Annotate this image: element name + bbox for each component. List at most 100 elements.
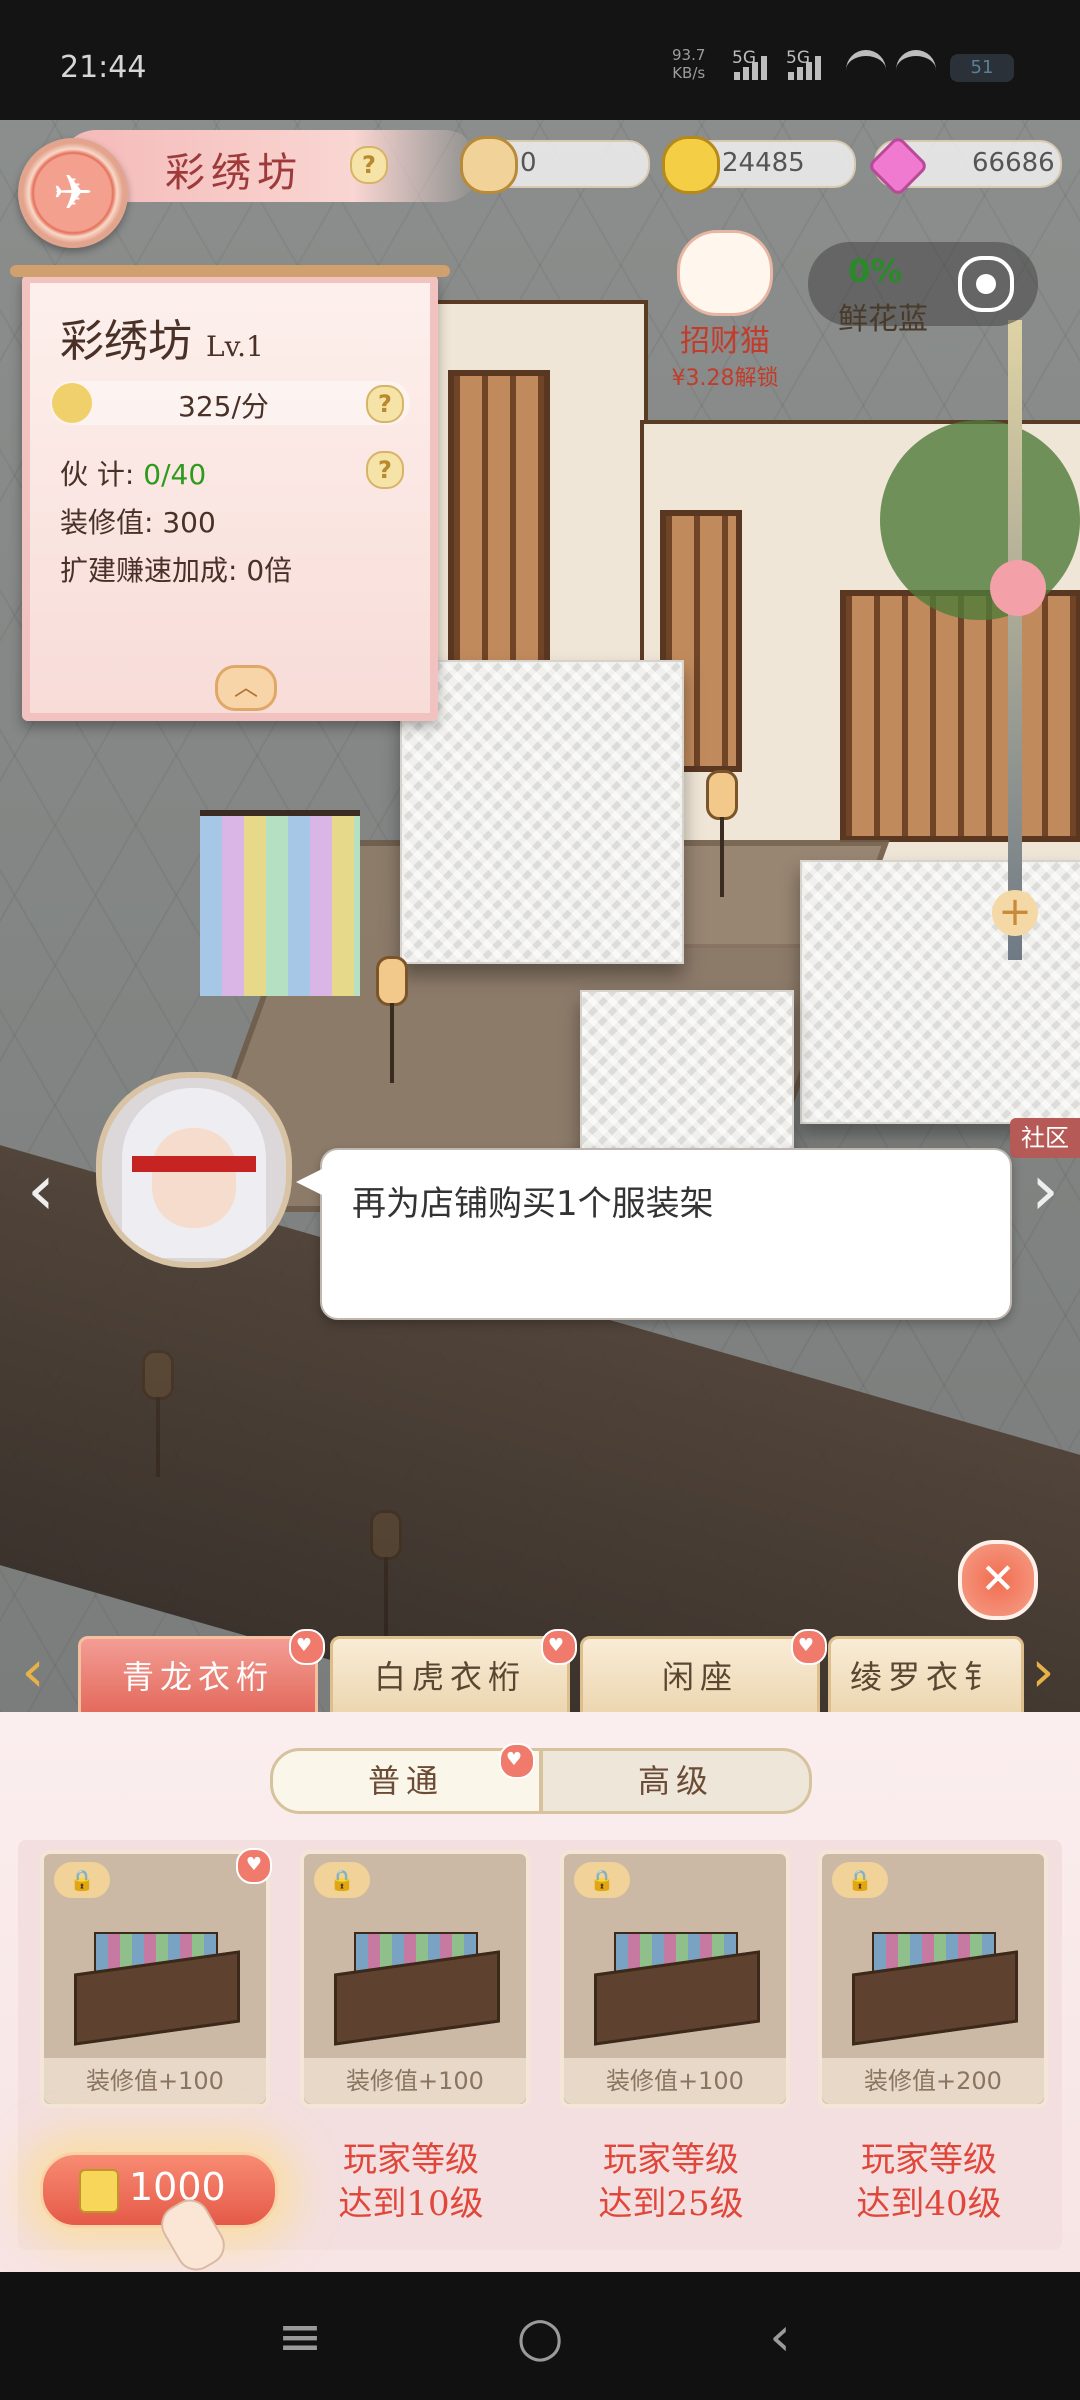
- close-orb-button[interactable]: ✕: [958, 1540, 1038, 1620]
- status-bar: 21:44 93.7 KB/s 5G 5G 51: [0, 0, 1080, 120]
- lock-icon: 🔒: [574, 1862, 630, 1898]
- resource-diamond[interactable]: 66686: [866, 134, 1062, 198]
- shelf-image: [852, 1932, 1018, 2046]
- scroll-rod: [10, 265, 450, 277]
- level-requirement: 玩家等级 达到10级: [338, 2140, 484, 2224]
- income-help-icon[interactable]: ?: [366, 385, 404, 423]
- floor-lamp: [706, 770, 738, 897]
- signal-icon: [788, 56, 824, 82]
- lucky-cat-name: 招财猫: [680, 324, 770, 359]
- resource-scroll[interactable]: 0: [460, 136, 650, 194]
- coin-icon: [79, 2169, 119, 2213]
- flower-basket-panel[interactable]: 0% 鲜花蓝: [808, 242, 1038, 337]
- notification-badge-icon: ♥: [791, 1629, 827, 1665]
- notification-badge-icon: ♥: [236, 1848, 272, 1884]
- shelf-image: [594, 1932, 760, 2046]
- staff-help-icon[interactable]: ?: [366, 451, 404, 489]
- page-title: 彩绣坊: [165, 150, 303, 196]
- decoration-bonus: 装修值+100: [564, 2058, 786, 2104]
- lucky-cat-price: ¥3.28解锁: [671, 366, 779, 391]
- category-tabs: ‹ 青龙衣桁 ♥ 白虎衣桁 ♥ 闲座 ♥ 绫罗衣钅 ›: [0, 1626, 1080, 1716]
- diamond-icon: [866, 134, 930, 198]
- home-icon[interactable]: ○: [490, 2302, 590, 2372]
- shop-level: Lv.1: [206, 330, 264, 363]
- display-table[interactable]: [800, 860, 1080, 1124]
- back-icon[interactable]: ‹: [730, 2302, 830, 2372]
- prev-arrow-icon[interactable]: ‹: [6, 1130, 76, 1260]
- wifi-icon: [896, 50, 936, 86]
- tab-xianzuo[interactable]: 闲座 ♥: [580, 1629, 827, 1716]
- notification-badge-icon: ♥: [289, 1629, 325, 1665]
- cross-icon: ✕: [980, 1554, 1016, 1603]
- expand-row: 扩建赚速加成: 0倍: [60, 554, 293, 587]
- system-nav-bar: ≡ ○ ‹: [0, 2272, 1080, 2400]
- tier-advanced[interactable]: 高级: [540, 1748, 812, 1814]
- wifi-icon: [846, 50, 886, 86]
- progress-pole: [1008, 320, 1022, 960]
- shop-name: 彩绣坊 Lv.1: [60, 316, 264, 367]
- flower-progress: 0%: [848, 252, 903, 290]
- back-button[interactable]: ✈: [18, 138, 128, 248]
- notification-badge-icon: ♥: [541, 1629, 577, 1665]
- clothes-rack[interactable]: [200, 810, 360, 996]
- tier-switch: 普通 ♥ 高级: [270, 1743, 812, 1814]
- staff-count: 0/40: [143, 458, 207, 491]
- help-icon[interactable]: ?: [350, 146, 388, 184]
- net-speed: 93.7 KB/s: [672, 46, 706, 82]
- item-card[interactable]: 🔒 装修值+100: [560, 1850, 790, 2108]
- flower-basket-name: 鲜花蓝: [838, 302, 928, 337]
- item-card[interactable]: 🔒 装修值+100: [300, 1850, 530, 2108]
- dialog-text: 再为店铺购买1个服装架: [352, 1184, 714, 1224]
- item-card[interactable]: 🔒 ♥ 装修值+100: [40, 1848, 272, 2108]
- decoration-value: 300: [162, 506, 216, 539]
- coin-stack-icon: [52, 383, 92, 423]
- npc-avatar: [96, 1072, 292, 1268]
- decoration-row: 装修值: 300: [60, 506, 216, 539]
- income-row: 325/分 ?: [50, 381, 410, 425]
- floor-lamp: [376, 956, 408, 1083]
- level-requirement: 玩家等级 达到25级: [598, 2140, 744, 2224]
- next-arrow-icon[interactable]: ›: [1010, 1130, 1080, 1260]
- tab-baihu[interactable]: 白虎衣桁 ♥: [330, 1629, 577, 1716]
- tabs-right-arrow-icon[interactable]: ›: [1018, 1634, 1068, 1710]
- tier-normal[interactable]: 普通 ♥: [270, 1743, 542, 1814]
- item-grid: 🔒 ♥ 装修值+100 1000 🔒 装修值+100 玩家等级 达到10级 🔒 …: [18, 1840, 1062, 2278]
- collapse-button[interactable]: ︿: [215, 665, 277, 711]
- decoration-bonus: 装修值+200: [822, 2058, 1044, 2104]
- display-table[interactable]: [400, 660, 684, 964]
- lucky-cat-offer[interactable]: 招财猫 ¥3.28解锁: [660, 230, 790, 392]
- menu-icon[interactable]: ≡: [250, 2302, 350, 2372]
- buy-button[interactable]: 1000: [40, 2152, 278, 2228]
- decoration-bonus: 装修值+100: [304, 2058, 526, 2104]
- locate-icon[interactable]: [958, 256, 1014, 312]
- wall-window: [840, 590, 1080, 842]
- lucky-cat-icon: [677, 230, 773, 316]
- lock-icon: 🔒: [54, 1862, 110, 1898]
- add-button[interactable]: +: [992, 890, 1038, 936]
- tab-qinglong[interactable]: 青龙衣桁 ♥: [78, 1629, 325, 1716]
- tab-lingluo[interactable]: 绫罗衣钅: [828, 1636, 1024, 1716]
- dialog-bubble[interactable]: 再为店铺购买1个服装架: [296, 1148, 1012, 1320]
- shop-panel: 普通 ♥ 高级 🔒 ♥ 装修值+100 1000 🔒 装修值+100 玩家等级 …: [0, 1712, 1080, 2278]
- shelf-image: [334, 1932, 500, 2046]
- notification-badge-icon: ♥: [499, 1743, 535, 1779]
- plus-icon: +: [998, 889, 1032, 935]
- item-card[interactable]: 🔒 装修值+200: [818, 1850, 1048, 2108]
- lock-icon: 🔒: [314, 1862, 370, 1898]
- resource-coin[interactable]: 24485: [662, 136, 856, 194]
- battery-indicator: 51: [950, 54, 1014, 82]
- decoration-bonus: 装修值+100: [44, 2058, 266, 2104]
- tabs-left-arrow-icon[interactable]: ‹: [8, 1634, 58, 1710]
- lock-icon: 🔒: [832, 1862, 888, 1898]
- chevron-up-icon: ︿: [234, 673, 258, 701]
- coin-icon: [662, 136, 720, 194]
- level-requirement: 玩家等级 达到40级: [856, 2140, 1002, 2224]
- expand-value: 0倍: [246, 554, 293, 587]
- clock: 21:44: [60, 50, 147, 85]
- income-rate: 325/分: [178, 390, 269, 423]
- back-arrow-icon: ✈: [52, 165, 94, 221]
- staff-row: 伙 计: 0/40: [60, 458, 207, 491]
- signal-icon: [734, 56, 770, 82]
- tree: [880, 420, 1080, 620]
- shop-info-panel: 彩绣坊 Lv.1 325/分 ? 伙 计: 0/40 ? 装修值: 300 扩建…: [10, 265, 450, 721]
